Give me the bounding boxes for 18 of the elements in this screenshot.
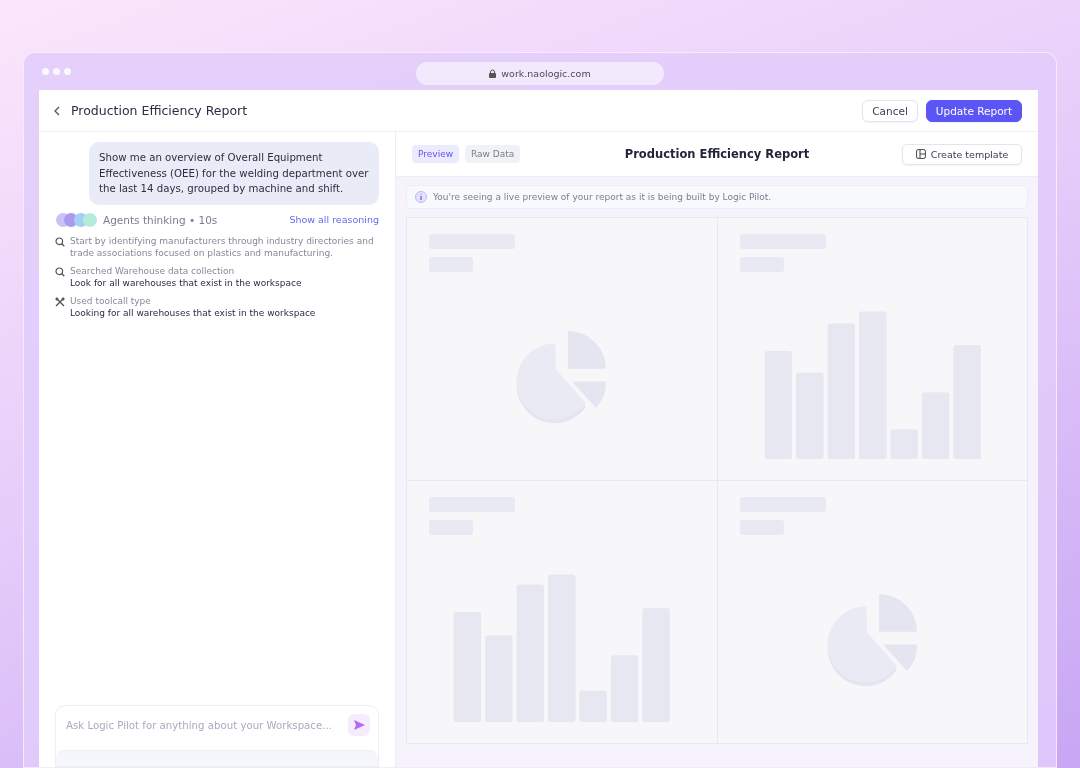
step-title: Searched Warehouse data collection — [70, 264, 236, 277]
step-title: Used toolcall type — [70, 294, 152, 307]
chat-input-field[interactable]: Ask Logic Pilot for anything about your Workspace... — [64, 718, 348, 732]
show-reasoning-link[interactable]: Show all reasoning — [289, 214, 379, 225]
step-detail: Looking for all warehouses that exist in the workspace — [70, 307, 316, 320]
create-template-button[interactable]: Create template — [902, 143, 1022, 165]
cancel-button[interactable]: Cancel — [862, 99, 918, 122]
info-text: You're seeing a live preview of your report as it is being built by Logic Pilot. — [433, 192, 772, 202]
view-tab[interactable]: Raw Data — [465, 145, 521, 163]
user-message: Show me an overview of Overall Equipment Effectiveness (OEE) for the welding department over the last 14 days, grouped by machine and shift. — [89, 142, 379, 205]
update-button[interactable]: Update Report — [925, 99, 1022, 122]
url-bar[interactable]: work.naologic.com — [416, 62, 664, 85]
view-tab[interactable]: Preview — [412, 145, 460, 163]
step-detail: Look for all warehouses that exist in the workspace — [70, 277, 302, 290]
page-title: Production Efficiency Report — [71, 103, 249, 118]
agents-status: Agents thinking • 10s — [103, 213, 219, 226]
step-title: Start by identifying manufacturers through industry directories and trade associations focused on plastics and manufacturing. — [70, 234, 375, 260]
report-title: Production Efficiency Report — [623, 147, 811, 161]
